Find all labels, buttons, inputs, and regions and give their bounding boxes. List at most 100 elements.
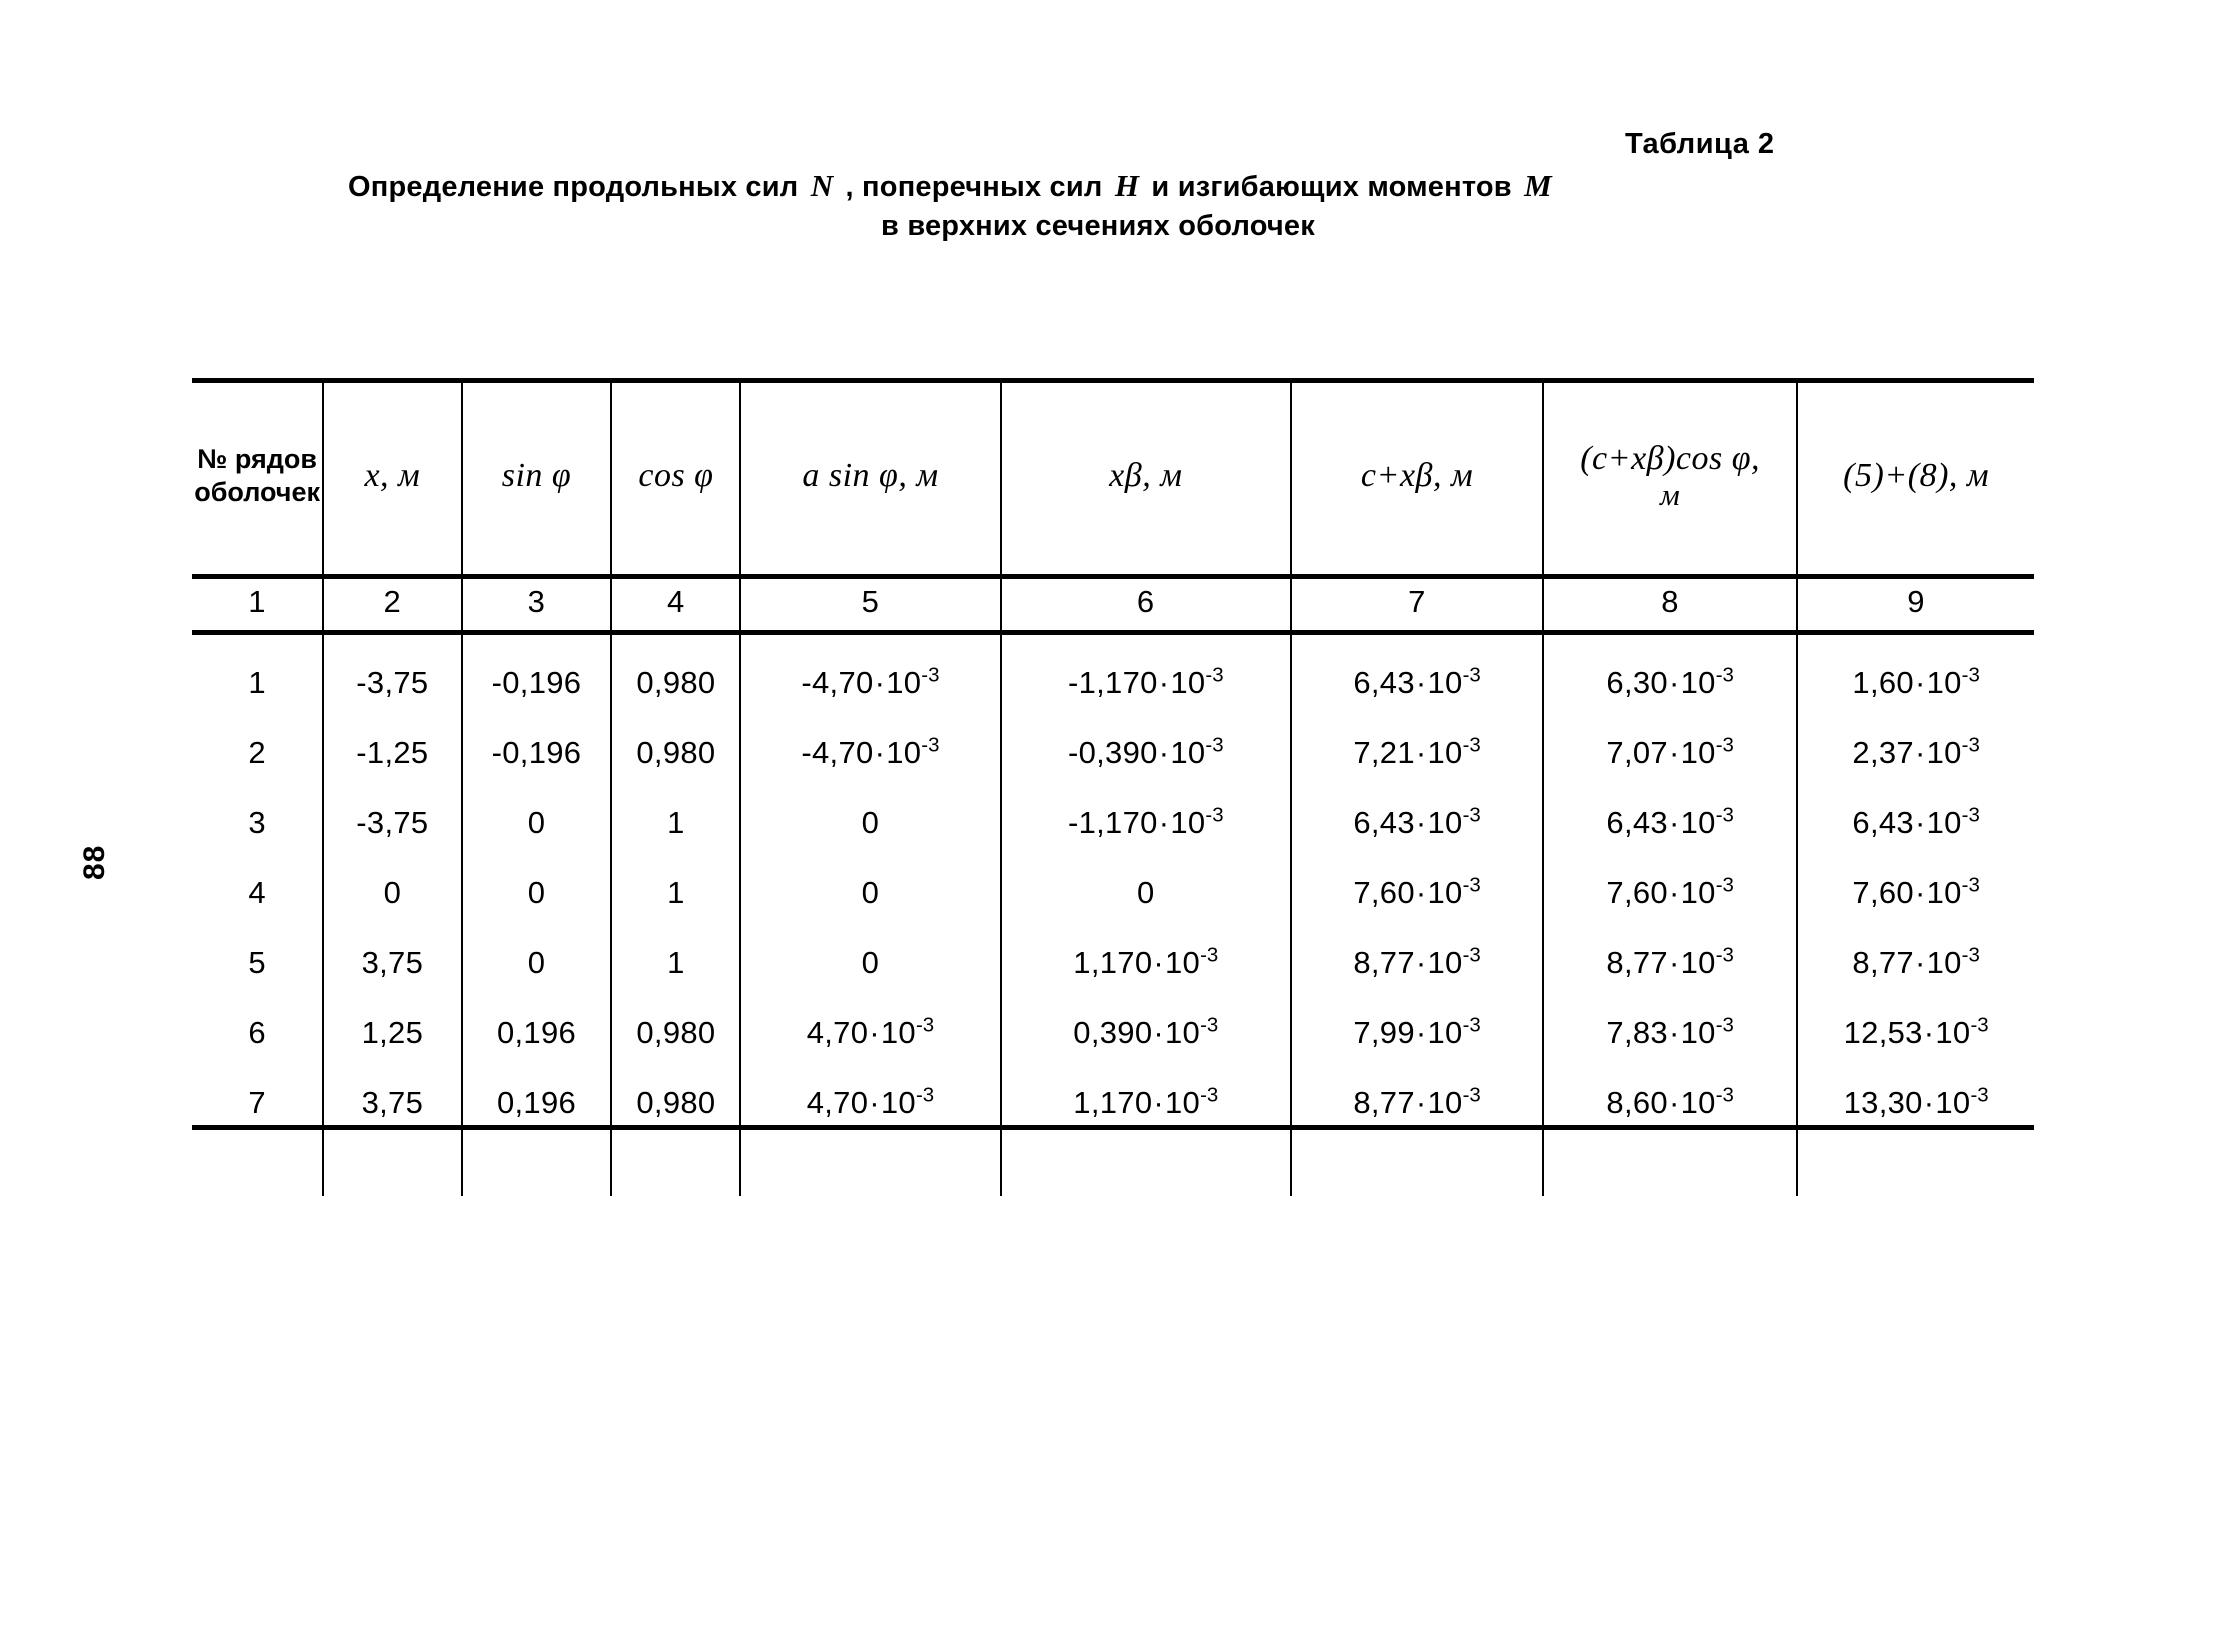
table-label: Таблица 2 [1625,128,1775,160]
exponent-value: -3 [1961,943,1980,967]
exponent-value: -3 [1200,1013,1219,1037]
exponent-base: 10 [1926,875,1962,910]
header-cell-3: sin φ [460,378,613,574]
cell-sum: 6,43·10-3 [1796,788,2034,858]
cell-asin: 0 [739,928,1002,998]
mantissa: 8,77 [1353,945,1415,980]
header-cell-7: c+xβ, м [1290,378,1545,574]
multiply-dot: · [869,1085,880,1120]
cell-asin: -4,70·10-3 [739,718,1002,788]
multiply-dot: · [1914,735,1926,770]
cell-x: 0 [322,858,463,928]
cell-x: 1,25 [322,998,463,1068]
table-row: 2 -1,25 -0,196 0,980 -4,70·10-3 -0,390·10-3 7,… [192,718,2034,788]
cell-c-plus-xbeta-cos: 7,07·10-3 [1542,718,1799,788]
table-rule-under-column-numbers [192,630,2034,635]
mantissa: 6,43 [1852,805,1914,840]
header-cell-4: cos φ [610,378,742,574]
spacer-cell [1542,1138,1799,1196]
exponent-value: -3 [921,663,940,687]
exponent-value: -3 [1961,873,1980,897]
mantissa: 7,21 [1353,735,1415,770]
spacer-cell [610,1138,742,1196]
table-caption-line-2: в верхних сечениях оболочек [881,210,1315,242]
multiply-dot: · [1668,1085,1680,1120]
exponent-base: 10 [1427,805,1463,840]
exponent-base: 10 [1427,945,1463,980]
cell-row-number: 4 [192,858,325,928]
multiply-dot: · [1668,1015,1680,1050]
cell-row-number: 6 [192,998,325,1068]
multiply-dot: · [874,665,886,700]
cell-xbeta: -1,170·10-3 [999,630,1293,718]
mantissa: 6,43 [1353,805,1415,840]
cell-sum: 2,37·10-3 [1796,718,2034,788]
multiply-dot: · [1415,805,1427,840]
multiply-dot: · [1668,665,1680,700]
header-cell-6: xβ, м [999,378,1293,574]
cell-sum: 7,60·10-3 [1796,858,2034,928]
table-caption-line-1: Определение продольных сил N , поперечны… [348,168,1848,204]
cell-c-plus-xbeta-cos: 8,77·10-3 [1542,928,1799,998]
mantissa: 7,60 [1852,875,1914,910]
multiply-dot: · [1668,735,1680,770]
multiply-dot: · [1923,1085,1935,1120]
header-cell-2: x, м [322,378,463,574]
exponent-base: 10 [1926,805,1962,840]
page-number: 88 [78,844,111,880]
exponent-value: -3 [1462,873,1481,897]
multiply-dot: · [1668,805,1680,840]
table-header-row: № рядов оболочек x, м sin φ cos φ a sin … [192,378,2034,574]
header-cell-9: (5)+(8), м [1796,378,2034,574]
cell-sum: 8,77·10-3 [1796,928,2034,998]
mantissa: 7,60 [1353,875,1415,910]
mantissa: 7,07 [1606,735,1668,770]
mantissa: 7,99 [1353,1015,1415,1050]
cell-x: 3,75 [322,928,463,998]
exponent-value: -3 [1715,803,1734,827]
cell-sum: 1,60·10-3 [1796,630,2034,718]
exponent-base: 10 [1926,735,1962,770]
exponent-value: -3 [1715,663,1734,687]
table-row: 3 -3,75 0 1 0 -1,170·10-3 6,43·10-3 6,43·10-3 6,… [192,788,2034,858]
exponent-base: 10 [1170,805,1206,840]
exponent-base: 10 [1935,1085,1971,1120]
document-page: 88 Таблица 2 Определение продольных сил … [0,0,2226,1636]
caption-symbol-n: N [810,168,834,203]
exponent-base: 10 [880,1085,916,1120]
exponent-value: -3 [1462,803,1481,827]
spacer-cell [460,1138,613,1196]
multiply-dot: · [1923,1015,1935,1050]
exponent-value: -3 [1715,1083,1734,1107]
table-body: 1 -3,75 -0,196 0,980 -4,70·10-3 -1,170·10-3 6,… [192,630,2034,1196]
exponent-value: -3 [1200,1083,1219,1107]
cell-cos: 1 [610,928,742,998]
cell-x: -1,25 [322,718,463,788]
cell-x: -3,75 [322,630,463,718]
mantissa: 1,170 [1073,1085,1153,1120]
exponent-value: -3 [921,733,940,757]
mantissa: 8,77 [1353,1085,1415,1120]
column-number-2: 2 [322,574,463,630]
mantissa: -4,70 [801,735,874,770]
exponent-base: 10 [1427,1085,1463,1120]
column-number-1: 1 [192,574,325,630]
exponent-base: 10 [1935,1015,1971,1050]
mantissa: 4,70 [806,1015,869,1050]
column-number-5: 5 [739,574,1002,630]
cell-row-number: 3 [192,788,325,858]
caption-text-3: и изгибающих моментов [1151,171,1512,203]
exponent-base: 10 [1680,735,1716,770]
spacer-cell [999,1138,1293,1196]
multiply-dot: · [1415,875,1427,910]
cell-cos: 1 [610,788,742,858]
exponent-base: 10 [1170,735,1206,770]
table-row: 6 1,25 0,196 0,980 4,70·10-3 0,390·10-3 7,99·1… [192,998,2034,1068]
column-number-3: 3 [460,574,613,630]
multiply-dot: · [1153,1085,1164,1120]
multiply-dot: · [1153,1015,1164,1050]
multiply-dot: · [1914,805,1926,840]
cell-c-plus-xbeta-cos: 7,83·10-3 [1542,998,1799,1068]
multiply-dot: · [1415,945,1427,980]
multiply-dot: · [1158,665,1170,700]
